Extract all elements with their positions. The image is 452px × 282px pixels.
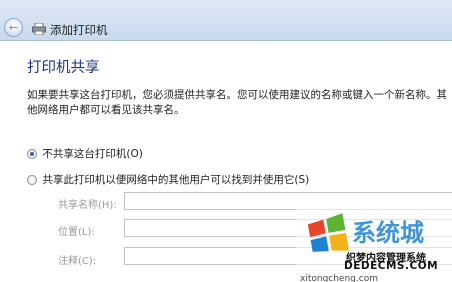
share-label: 共享此打印机以便网络中的其他用户可以找到并使用它(S) xyxy=(42,174,310,186)
share-option[interactable]: 共享此打印机以便网络中的其他用户可以找到并使用它(S) xyxy=(27,172,309,188)
watermark-brand: 系统城 xyxy=(352,219,424,247)
back-arrow-icon: ← xyxy=(8,21,19,34)
window-title: 添加打印机 xyxy=(50,23,108,37)
watermark-cms-domain: DEDECMS.COM xyxy=(344,260,439,272)
back-button[interactable]: ← xyxy=(4,18,23,37)
title-bar: ← 添加打印机 xyxy=(0,0,452,41)
no-share-radio[interactable] xyxy=(27,148,37,159)
share-description: 如果要共享这台打印机，您必须提供共享名。您可以使用建议的名称或键入一个新名称。其… xyxy=(27,89,447,116)
no-share-option[interactable]: 不共享这台打印机(O) xyxy=(27,146,143,162)
page-title: 打印机共享 xyxy=(27,60,100,76)
share-radio[interactable] xyxy=(27,174,37,185)
watermark-domain: xitongcheng.com xyxy=(300,274,378,282)
location-label: 位置(L): xyxy=(58,227,95,238)
share-name-label: 共享名称(H): xyxy=(58,200,117,211)
comment-label: 注释(C): xyxy=(58,256,97,267)
no-share-label: 不共享这台打印机(O) xyxy=(42,148,143,160)
printer-icon xyxy=(32,23,46,35)
